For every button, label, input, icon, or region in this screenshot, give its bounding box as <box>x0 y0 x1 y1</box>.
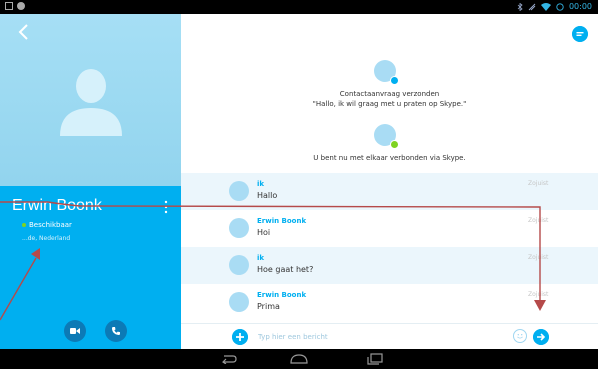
message-text: Hoi <box>257 228 271 237</box>
message-row[interactable]: Erwin Boonk Prima Zojuist <box>181 284 598 321</box>
message-sender: Erwin Boonk <box>257 217 307 225</box>
avatar-placeholder-icon <box>60 69 122 136</box>
contact-request-message: "Hallo, ik wil graag met u praten op Sky… <box>312 100 467 108</box>
presence-status: Beschikbaar <box>22 221 72 229</box>
signal-icon <box>528 3 536 10</box>
message-text: Prima <box>257 302 280 311</box>
message-sender: Erwin Boonk <box>257 291 307 299</box>
avatar <box>229 181 249 201</box>
alarm-icon <box>556 2 564 11</box>
contact-info-card: Erwin Boonk Beschikbaar ...de, Nederland <box>0 186 181 349</box>
chat-icon[interactable] <box>572 26 588 42</box>
message-time: Zojuist <box>528 291 549 298</box>
avatar <box>229 255 249 275</box>
voice-call-button[interactable] <box>105 320 127 342</box>
contact-name: Erwin Boonk <box>12 197 102 214</box>
back-arrow-icon[interactable] <box>14 22 34 42</box>
video-icon <box>70 328 80 334</box>
avatar <box>229 292 249 312</box>
notification-skype-icon <box>17 2 25 10</box>
available-dot-icon <box>22 223 26 227</box>
status-label: Beschikbaar <box>29 221 72 229</box>
avatar <box>229 218 249 238</box>
add-icon[interactable] <box>232 329 248 345</box>
check-badge-icon <box>390 140 399 149</box>
notification-image-icon <box>5 2 13 10</box>
android-home-icon[interactable] <box>289 354 309 364</box>
message-time: Zojuist <box>528 180 549 187</box>
wifi-icon <box>540 2 551 11</box>
conversation-pane: Contactaanvraag verzonden "Hallo, ik wil… <box>181 14 598 350</box>
message-sender: ik <box>257 254 265 262</box>
message-row[interactable]: Erwin Boonk Hoi Zojuist <box>181 210 598 247</box>
contact-location: ...de, Nederland <box>22 235 71 242</box>
message-time: Zojuist <box>528 217 549 224</box>
more-vert-icon[interactable] <box>163 200 169 214</box>
message-row[interactable]: ik Hallo Zojuist <box>181 173 598 210</box>
connected-message: U bent nu met elkaar verbonden via Skype… <box>313 154 466 162</box>
message-sender: ik <box>257 180 265 188</box>
contact-request-avatar <box>374 60 399 85</box>
message-text: Hallo <box>257 191 278 200</box>
android-back-icon[interactable] <box>220 354 238 364</box>
contact-request-title: Contactaanvraag verzonden <box>339 90 440 98</box>
message-text: Hoe gaat het? <box>257 265 314 274</box>
emoji-icon[interactable] <box>513 329 527 343</box>
bluetooth-icon <box>517 2 523 11</box>
clock: 00:00 <box>568 2 592 11</box>
message-row[interactable]: ik Hoe gaat het? Zojuist <box>181 247 598 284</box>
send-icon[interactable] <box>533 329 549 345</box>
android-nav-bar <box>0 349 598 369</box>
request-badge-icon <box>390 76 399 85</box>
status-bar: 00:00 <box>0 0 598 14</box>
message-input[interactable] <box>258 330 498 344</box>
message-time: Zojuist <box>528 254 549 261</box>
phone-icon <box>112 327 120 335</box>
message-composer <box>181 323 598 350</box>
android-recents-icon[interactable] <box>367 353 383 365</box>
connected-avatar <box>374 124 399 149</box>
contact-pane: Erwin Boonk Beschikbaar ...de, Nederland <box>0 14 181 349</box>
video-call-button[interactable] <box>64 320 86 342</box>
